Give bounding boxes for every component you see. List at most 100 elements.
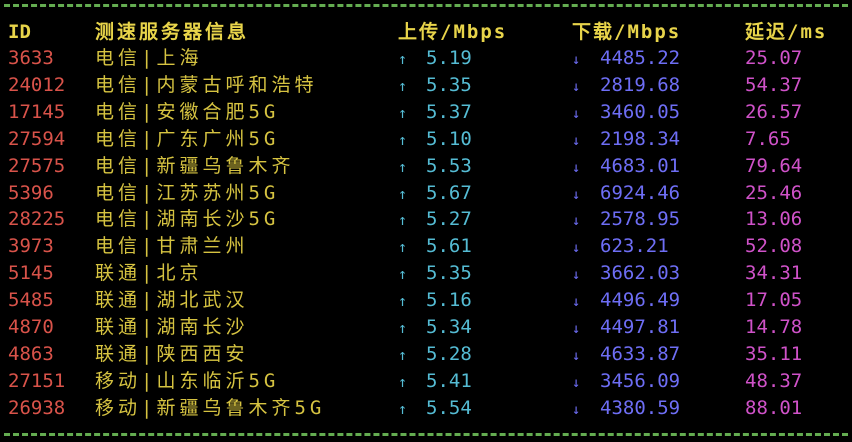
- up-arrow-icon: ↑: [398, 400, 408, 418]
- upload-value: 5.41: [426, 370, 472, 392]
- top-dashed-rule: [4, 4, 848, 7]
- server-id: 3633: [8, 47, 54, 69]
- down-arrow-icon: ↓: [572, 160, 581, 176]
- upload-value: 5.35: [426, 74, 472, 96]
- table-row: 17145 电信|安徽合肥5G ↑ 5.37 ↓ 3460.05 26.57: [0, 99, 852, 125]
- server-name: 移动|新疆乌鲁木齐5G: [95, 397, 326, 419]
- down-arrow-icon: ↓: [572, 106, 581, 122]
- download-value: 3456.09: [600, 370, 681, 392]
- table-row: 4870 联通|湖南长沙 ↑ 5.34 ↓ 4497.81 14.78: [0, 314, 852, 340]
- latency-value: 25.07: [745, 47, 803, 69]
- up-arrow-icon: ↑: [398, 373, 408, 391]
- up-arrow-icon: ↑: [398, 185, 408, 203]
- download-value: 4496.49: [600, 289, 681, 311]
- latency-value: 48.37: [745, 370, 803, 392]
- server-name: 联通|陕西西安: [95, 343, 249, 365]
- server-id: 17145: [8, 101, 66, 123]
- latency-value: 14.78: [745, 316, 803, 338]
- download-cell: ↓ 4497.81: [572, 314, 680, 342]
- latency-value: 13.06: [745, 208, 803, 230]
- download-cell: ↓ 6924.46: [572, 180, 680, 208]
- server-id: 27594: [8, 128, 66, 150]
- header-download: 下载/Mbps: [572, 21, 682, 43]
- server-name: 联通|北京: [95, 262, 203, 284]
- download-cell: ↓ 3662.03: [572, 260, 680, 288]
- upload-cell: ↑ 5.41: [398, 368, 472, 395]
- upload-cell: ↑ 5.16: [398, 287, 472, 314]
- upload-cell: ↑ 5.19: [398, 45, 472, 72]
- table-row: 28225 电信|湖南长沙5G ↑ 5.27 ↓ 2578.95 13.06: [0, 206, 852, 232]
- up-arrow-icon: ↑: [398, 319, 408, 337]
- header-latency: 延迟/ms: [745, 21, 828, 43]
- down-arrow-icon: ↓: [572, 375, 581, 391]
- upload-value: 5.16: [426, 289, 472, 311]
- server-name: 电信|湖南长沙5G: [95, 208, 280, 230]
- upload-value: 5.34: [426, 316, 472, 338]
- upload-value: 5.54: [426, 397, 472, 419]
- up-arrow-icon: ↑: [398, 50, 408, 68]
- up-arrow-icon: ↑: [398, 158, 408, 176]
- server-id: 27151: [8, 370, 66, 392]
- header-server: 测速服务器信息: [95, 21, 250, 43]
- download-cell: ↓ 2578.95: [572, 206, 680, 234]
- download-cell: ↓ 4496.49: [572, 287, 680, 315]
- bottom-dashed-rule: [4, 433, 848, 436]
- upload-cell: ↑ 5.10: [398, 126, 472, 153]
- download-cell: ↓ 2198.34: [572, 126, 680, 154]
- download-cell: ↓ 4380.59: [572, 395, 680, 423]
- up-arrow-icon: ↑: [398, 265, 408, 283]
- server-name: 电信|江苏苏州5G: [95, 182, 280, 204]
- server-name: 电信|广东广州5G: [95, 128, 280, 150]
- server-name: 电信|甘肃兰州: [95, 235, 249, 257]
- server-id: 5396: [8, 182, 54, 204]
- download-value: 2198.34: [600, 128, 681, 150]
- server-name: 移动|山东临沂5G: [95, 370, 280, 392]
- download-value: 4497.81: [600, 316, 681, 338]
- down-arrow-icon: ↓: [572, 240, 581, 256]
- upload-value: 5.35: [426, 262, 472, 284]
- download-cell: ↓ 623.21: [572, 233, 669, 261]
- upload-value: 5.27: [426, 208, 472, 230]
- down-arrow-icon: ↓: [572, 52, 581, 68]
- server-name: 电信|新疆乌鲁木齐: [95, 155, 295, 177]
- download-value: 4633.87: [600, 343, 681, 365]
- download-value: 4485.22: [600, 47, 681, 69]
- upload-value: 5.37: [426, 101, 472, 123]
- upload-cell: ↑ 5.34: [398, 314, 472, 341]
- down-arrow-icon: ↓: [572, 187, 581, 203]
- server-id: 5485: [8, 289, 54, 311]
- up-arrow-icon: ↑: [398, 292, 408, 310]
- upload-cell: ↑ 5.37: [398, 99, 472, 126]
- up-arrow-icon: ↑: [398, 104, 408, 122]
- upload-value: 5.61: [426, 235, 472, 257]
- up-arrow-icon: ↑: [398, 346, 408, 364]
- header-id: ID: [8, 21, 31, 43]
- down-arrow-icon: ↓: [572, 348, 581, 364]
- latency-value: 54.37: [745, 74, 803, 96]
- server-name: 电信|安徽合肥5G: [95, 101, 280, 123]
- server-name: 电信|上海: [95, 47, 203, 69]
- download-value: 4380.59: [600, 397, 681, 419]
- download-cell: ↓ 2819.68: [572, 72, 680, 100]
- down-arrow-icon: ↓: [572, 79, 581, 95]
- down-arrow-icon: ↓: [572, 294, 581, 310]
- download-value: 3460.05: [600, 101, 681, 123]
- latency-value: 52.08: [745, 235, 803, 257]
- download-value: 623.21: [600, 235, 669, 257]
- upload-cell: ↑ 5.67: [398, 180, 472, 207]
- table-row: 3973 电信|甘肃兰州 ↑ 5.61 ↓ 623.21 52.08: [0, 233, 852, 259]
- download-value: 2819.68: [600, 74, 681, 96]
- table-row: 5396 电信|江苏苏州5G ↑ 5.67 ↓ 6924.46 25.46: [0, 180, 852, 206]
- up-arrow-icon: ↑: [398, 211, 408, 229]
- table-row: 24012 电信|内蒙古呼和浩特 ↑ 5.35 ↓ 2819.68 54.37: [0, 72, 852, 98]
- download-cell: ↓ 3460.05: [572, 99, 680, 127]
- latency-value: 35.11: [745, 343, 803, 365]
- server-id: 4870: [8, 316, 54, 338]
- table-header: ID 测速服务器信息 上传/Mbps 下载/Mbps 延迟/ms: [0, 19, 852, 45]
- server-name: 联通|湖南长沙: [95, 316, 249, 338]
- server-id: 4863: [8, 343, 54, 365]
- server-id: 3973: [8, 235, 54, 257]
- upload-value: 5.28: [426, 343, 472, 365]
- table-row: 3633 电信|上海 ↑ 5.19 ↓ 4485.22 25.07: [0, 45, 852, 71]
- up-arrow-icon: ↑: [398, 77, 408, 95]
